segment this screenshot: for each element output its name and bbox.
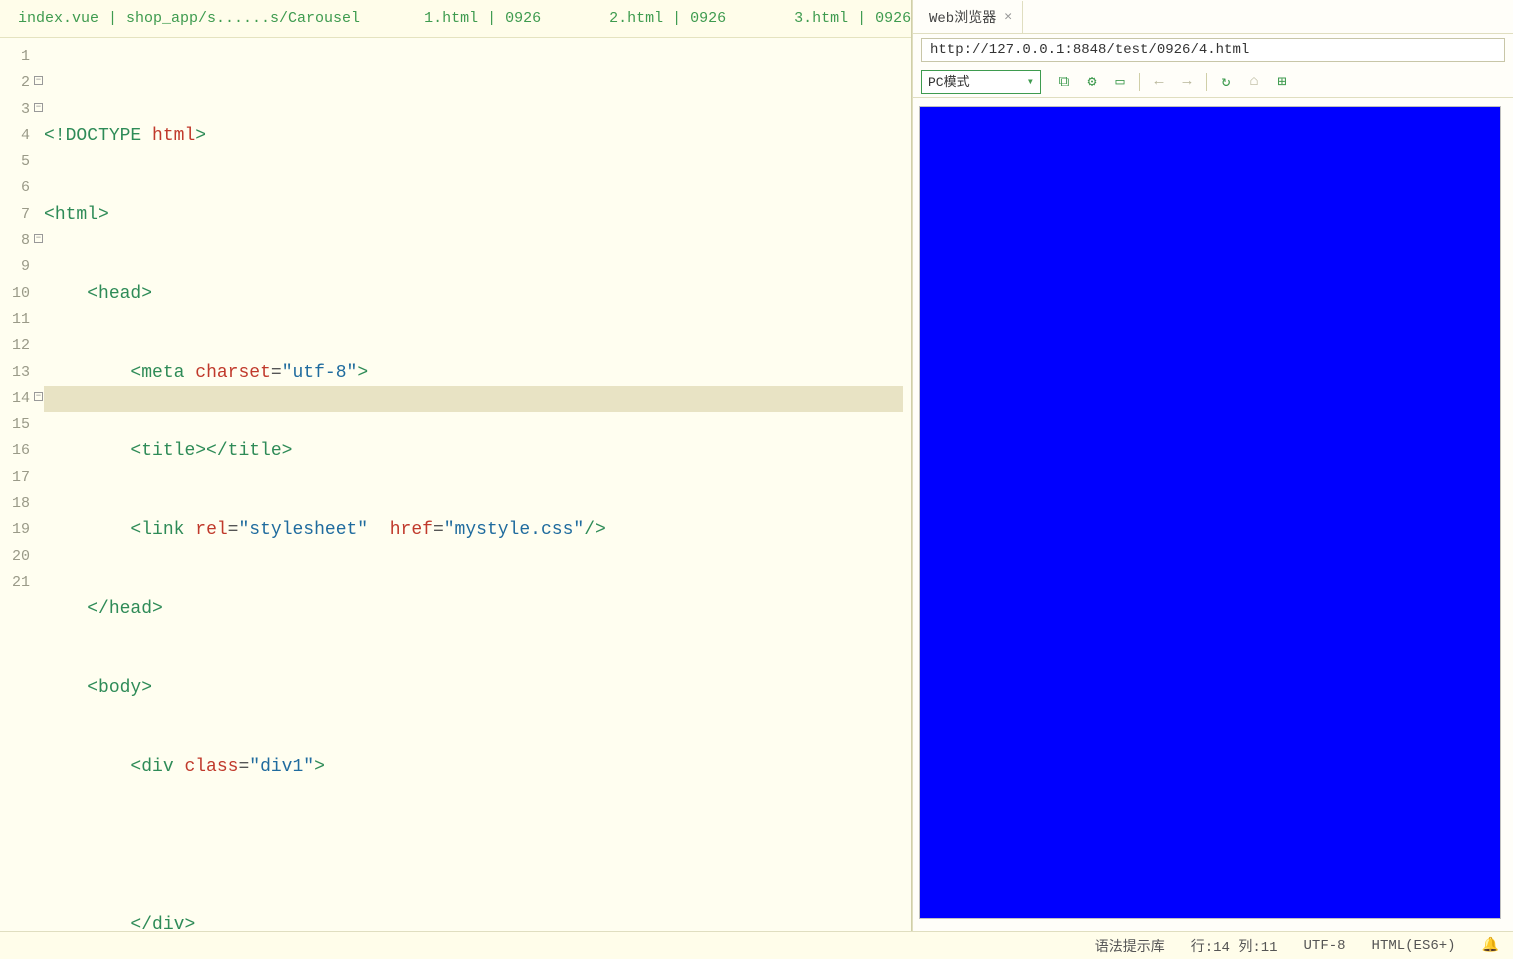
fold-icon[interactable]: − [34, 392, 43, 401]
code-area[interactable]: 1 2− 3− 4 5 6 7 8− 9 10 11 12 13 14− 15 … [0, 38, 911, 931]
fold-icon[interactable]: − [34, 76, 43, 85]
viewport-icon[interactable]: ▭ [1111, 72, 1129, 91]
main-area: index.vue | shop_app/s......s/Carousel 1… [0, 0, 1513, 931]
status-encoding[interactable]: UTF-8 [1304, 938, 1346, 954]
line-number: 15 [0, 412, 44, 438]
line-number: 20 [0, 544, 44, 570]
browser-tab[interactable]: Web浏览器 ✕ [919, 1, 1023, 33]
status-language[interactable]: HTML(ES6+) [1372, 938, 1456, 954]
line-number: 13 [0, 360, 44, 386]
select-element-icon[interactable]: ⧉ [1055, 73, 1073, 91]
line-number: 10 [0, 281, 44, 307]
line-number: 16 [0, 438, 44, 464]
tab-index-vue[interactable]: index.vue | shop_app/s......s/Carousel [0, 0, 376, 37]
line-number: 7 [0, 202, 44, 228]
status-cursor-pos: 行:14 列:11 [1191, 936, 1278, 956]
app-root: index.vue | shop_app/s......s/Carousel 1… [0, 0, 1513, 959]
line-number: 9 [0, 254, 44, 280]
status-bar: 语法提示库 行:14 列:11 UTF-8 HTML(ES6+) 🔔 [0, 931, 1513, 959]
close-icon[interactable]: ✕ [1004, 9, 1012, 24]
line-number: 21 [0, 570, 44, 596]
fold-icon[interactable]: − [34, 103, 43, 112]
fold-icon[interactable]: − [34, 234, 43, 243]
browser-toolbar: PC模式 ⧉ ⚙ ▭ ← → ↻ ⌂ ⊞ [913, 66, 1513, 98]
mode-select[interactable]: PC模式 [921, 70, 1041, 94]
line-number: 6 [0, 175, 44, 201]
tab-3-html[interactable]: 3.html | 0926 [774, 0, 931, 37]
devtools-icon[interactable]: ⚙ [1083, 72, 1101, 91]
refresh-icon[interactable]: ↻ [1217, 72, 1235, 91]
line-number: 2− [0, 70, 44, 96]
line-number: 1 [0, 44, 44, 70]
line-number: 11 [0, 307, 44, 333]
tab-1-html[interactable]: 1.html | 0926 [404, 0, 561, 37]
separator [1139, 73, 1140, 91]
line-number: 8− [0, 228, 44, 254]
toolbar-icons: ⧉ ⚙ ▭ ← → ↻ ⌂ ⊞ [1055, 72, 1291, 91]
browser-tab-title: Web浏览器 [929, 7, 996, 27]
code-content[interactable]: <!DOCTYPE html> <html> <head> <meta char… [44, 38, 911, 931]
line-number: 5 [0, 149, 44, 175]
browser-pane: Web浏览器 ✕ PC模式 ⧉ ⚙ ▭ ← → ↻ ⌂ [912, 0, 1513, 931]
tab-spacer [746, 0, 774, 37]
tab-2-html[interactable]: 2.html | 0926 [589, 0, 746, 37]
url-bar [913, 34, 1513, 66]
line-number: 18 [0, 491, 44, 517]
status-syntax[interactable]: 语法提示库 [1095, 936, 1165, 956]
current-line-highlight [44, 386, 903, 412]
lock-icon[interactable]: ⌂ [1245, 73, 1263, 90]
bell-icon[interactable]: 🔔 [1482, 937, 1499, 954]
browser-viewport[interactable] [919, 106, 1501, 919]
url-input[interactable] [921, 38, 1505, 62]
forward-icon[interactable]: → [1178, 73, 1196, 90]
tab-spacer [376, 0, 404, 37]
line-number: 17 [0, 465, 44, 491]
back-icon[interactable]: ← [1150, 73, 1168, 90]
qr-icon[interactable]: ⊞ [1273, 72, 1291, 91]
separator [1206, 73, 1207, 91]
line-number: 3− [0, 97, 44, 123]
line-number: 14− [0, 386, 44, 412]
tab-spacer [561, 0, 589, 37]
line-number: 19 [0, 517, 44, 543]
editor-tabs: index.vue | shop_app/s......s/Carousel 1… [0, 0, 911, 38]
line-number: 4 [0, 123, 44, 149]
editor-pane: index.vue | shop_app/s......s/Carousel 1… [0, 0, 912, 931]
line-gutter: 1 2− 3− 4 5 6 7 8− 9 10 11 12 13 14− 15 … [0, 38, 44, 931]
line-number: 12 [0, 333, 44, 359]
browser-tabs: Web浏览器 ✕ [913, 0, 1513, 34]
